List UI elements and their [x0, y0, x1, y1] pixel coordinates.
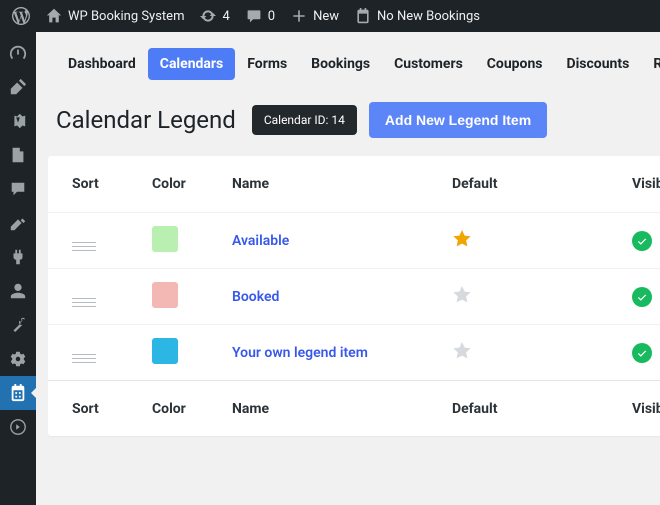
tab-bookings[interactable]: Bookings [299, 48, 382, 80]
admin-toolbar: WP Booking System 4 0 New No New Booking… [0, 0, 660, 32]
sidebar-dashboard[interactable] [0, 36, 36, 70]
sidebar-settings[interactable] [0, 342, 36, 376]
table-row: Booked [48, 268, 660, 324]
sidebar-plugins[interactable] [0, 240, 36, 274]
bookings-notice-text: No New Bookings [377, 9, 480, 24]
tab-forms[interactable]: Forms [235, 48, 299, 80]
drag-handle-icon[interactable] [72, 242, 96, 251]
tab-coupons[interactable]: Coupons [475, 48, 555, 80]
tab-discounts[interactable]: Discounts [555, 48, 642, 80]
color-swatch [152, 282, 178, 308]
main-content: Dashboard Calendars Forms Bookings Custo… [36, 32, 660, 505]
admin-sidebar [0, 32, 36, 505]
updates-link[interactable]: 4 [192, 0, 237, 32]
drag-handle-icon[interactable] [72, 298, 96, 307]
visible-check-icon [632, 287, 652, 307]
new-content-link[interactable]: New [283, 0, 347, 32]
sidebar-wp-booking-system[interactable] [0, 376, 36, 410]
col-visible: Visible [632, 176, 660, 192]
col-visible: Visible [632, 401, 660, 417]
default-star-icon[interactable] [452, 341, 472, 365]
col-sort: Sort [72, 176, 152, 192]
tab-customers[interactable]: Customers [382, 48, 475, 80]
legend-item-name-link[interactable]: Available [232, 233, 289, 249]
add-legend-item-button[interactable]: Add New Legend Item [369, 102, 547, 138]
color-swatch [152, 226, 178, 252]
site-home[interactable]: WP Booking System [38, 0, 192, 32]
table-row: Available [48, 212, 660, 268]
col-color: Color [152, 176, 232, 192]
sidebar-collapse[interactable] [0, 410, 36, 444]
sidebar-media[interactable] [0, 104, 36, 138]
site-title: WP Booking System [68, 9, 184, 24]
col-name: Name [232, 176, 452, 192]
col-sort: Sort [72, 401, 152, 417]
page-title: Calendar Legend [56, 106, 236, 134]
sidebar-posts[interactable] [0, 70, 36, 104]
plugin-tabs: Dashboard Calendars Forms Bookings Custo… [48, 32, 660, 94]
sidebar-users[interactable] [0, 274, 36, 308]
sidebar-comments[interactable] [0, 172, 36, 206]
visible-check-icon [632, 231, 652, 251]
legend-table: Sort Color Name Default Visible Availabl… [48, 156, 660, 436]
col-default: Default [452, 401, 632, 417]
col-color: Color [152, 401, 232, 417]
sidebar-pages[interactable] [0, 138, 36, 172]
comments-count: 0 [268, 9, 275, 24]
default-star-icon[interactable] [452, 229, 472, 253]
sidebar-appearance[interactable] [0, 206, 36, 240]
wp-logo[interactable] [4, 0, 38, 32]
page-header: Calendar Legend Calendar ID: 14 Add New … [48, 94, 660, 156]
color-swatch [152, 338, 178, 364]
table-header: Sort Color Name Default Visible [48, 156, 660, 212]
tab-calendars[interactable]: Calendars [148, 48, 235, 80]
legend-item-name-link[interactable]: Booked [232, 289, 279, 305]
tab-dashboard[interactable]: Dashboard [56, 48, 148, 80]
table-row: Your own legend item [48, 324, 660, 380]
tab-reports[interactable]: Reports [641, 48, 660, 80]
legend-item-name-link[interactable]: Your own legend item [232, 345, 368, 361]
new-label: New [313, 9, 339, 24]
col-default: Default [452, 176, 632, 192]
default-star-icon[interactable] [452, 285, 472, 309]
bookings-notice[interactable]: No New Bookings [347, 0, 488, 32]
calendar-id-badge: Calendar ID: 14 [252, 105, 357, 135]
comments-link[interactable]: 0 [238, 0, 283, 32]
sidebar-tools[interactable] [0, 308, 36, 342]
table-footer: Sort Color Name Default Visible [48, 380, 660, 436]
updates-count: 4 [222, 9, 229, 24]
col-name: Name [232, 401, 452, 417]
drag-handle-icon[interactable] [72, 354, 96, 363]
visible-check-icon [632, 343, 652, 363]
